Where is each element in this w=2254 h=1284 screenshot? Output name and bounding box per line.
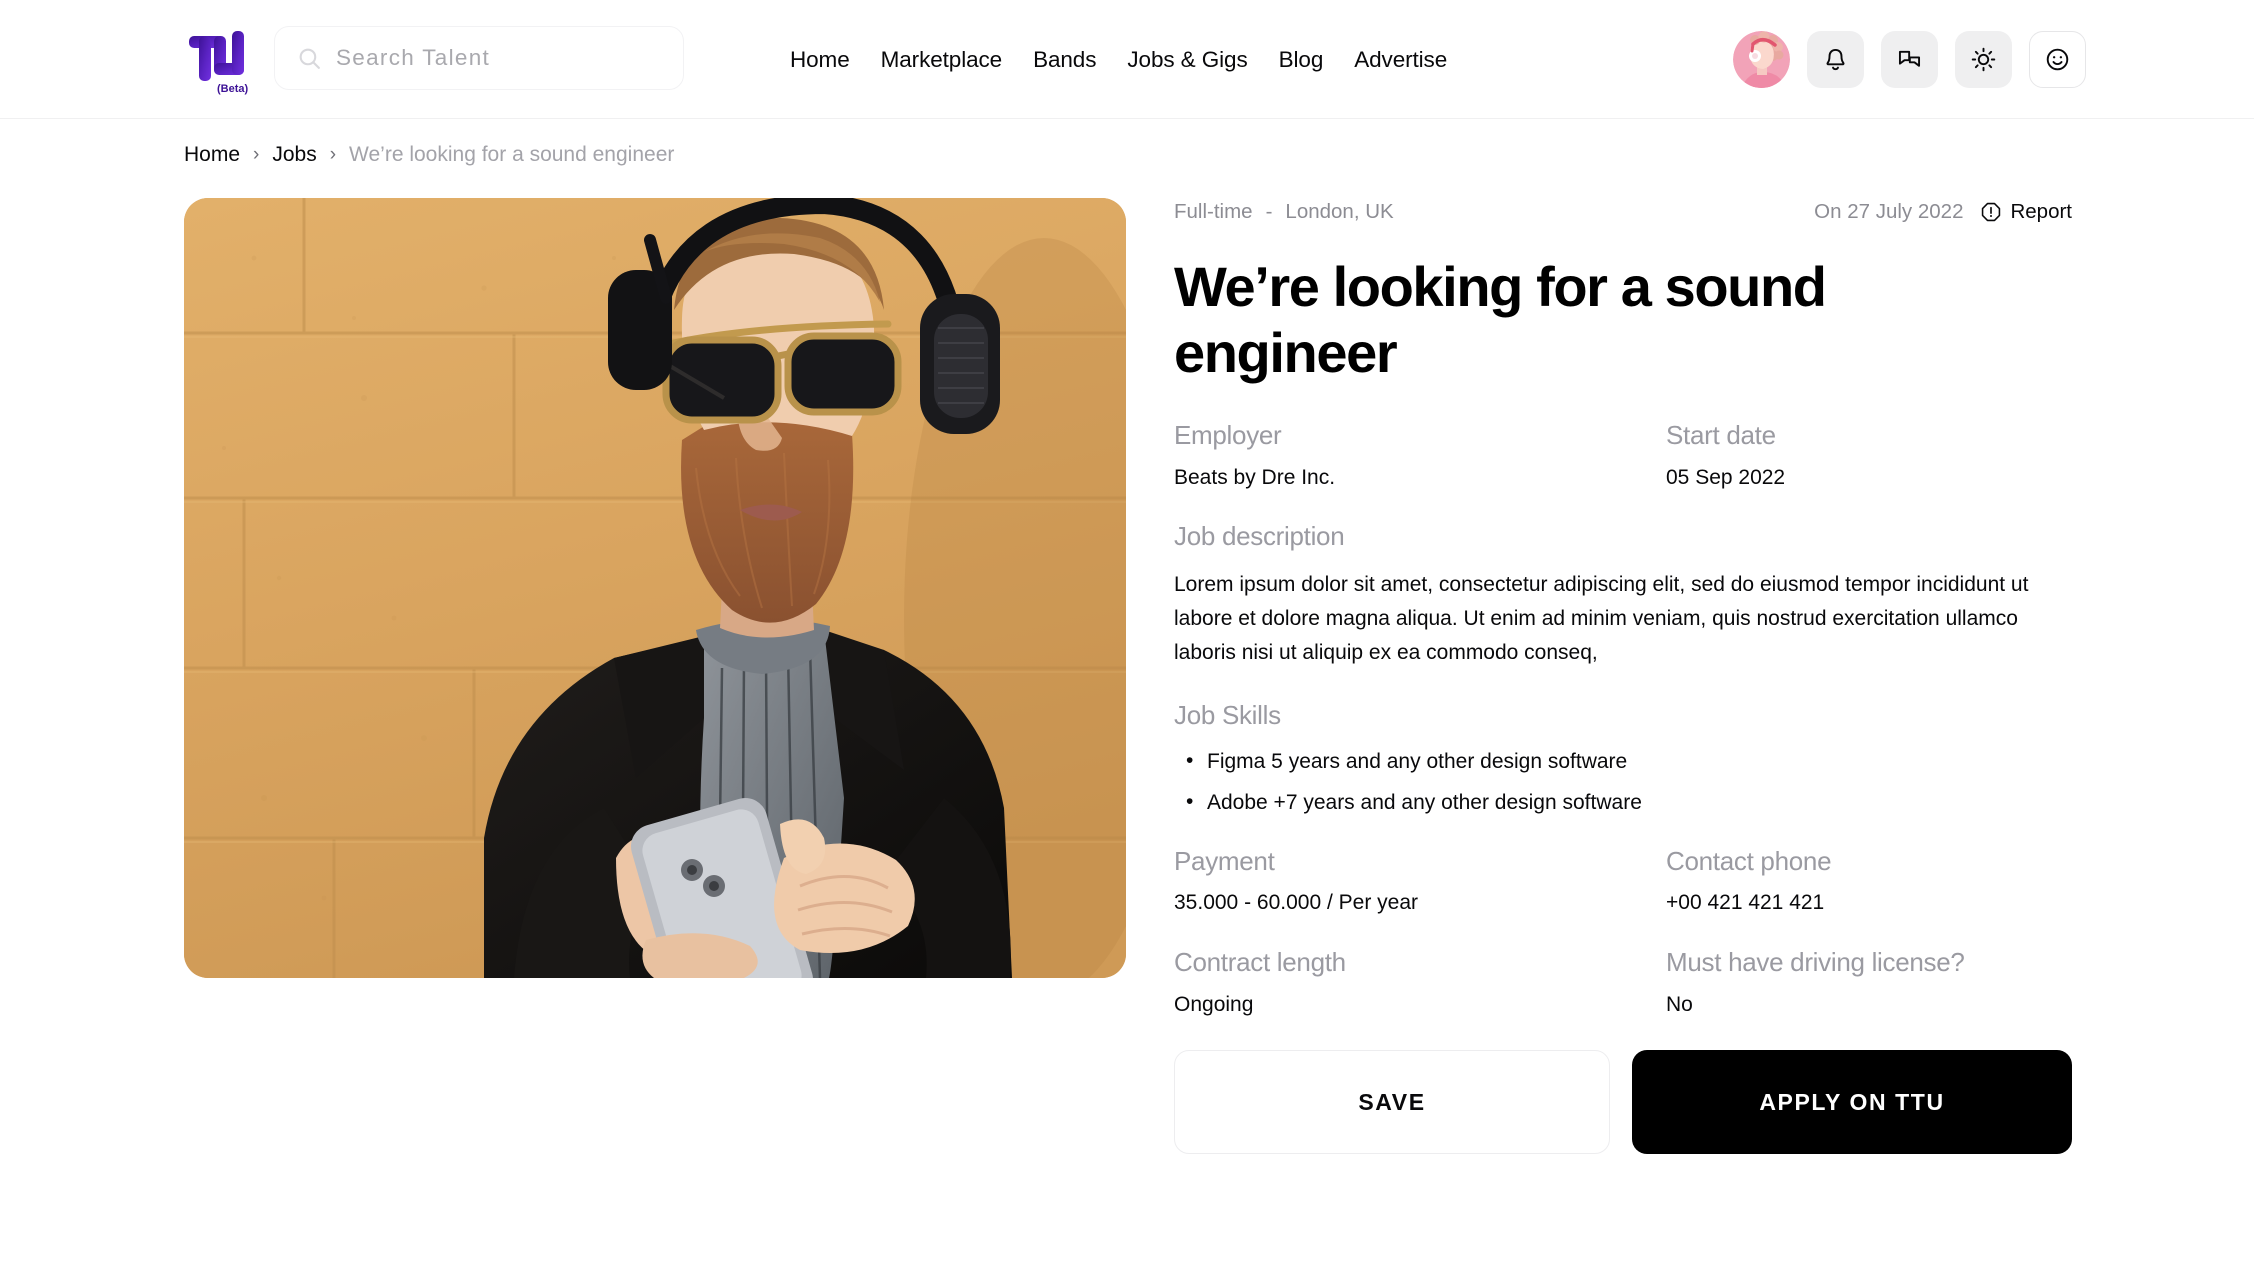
- payment-value: 35.000 - 60.000 / Per year: [1174, 891, 1418, 915]
- report-button[interactable]: Report: [1980, 200, 2072, 224]
- job-meta-row: Full-time - London, UK On 27 July 2022 R…: [1174, 198, 2072, 226]
- job-skills-section: Job Skills Figma 5 years and any other d…: [1174, 700, 2072, 817]
- job-skills-list: Figma 5 years and any other design softw…: [1174, 748, 2072, 817]
- contract-length-field: Contract length Ongoing: [1174, 946, 1666, 1018]
- job-location: London, UK: [1285, 200, 1394, 223]
- breadcrumb-item-current: We’re looking for a sound engineer: [349, 143, 675, 166]
- nav-item-bands[interactable]: Bands: [1033, 47, 1096, 73]
- report-label: Report: [2010, 200, 2072, 223]
- nav-item-marketplace[interactable]: Marketplace: [881, 47, 1003, 73]
- employer-field: Employer Beats by Dre Inc.: [1174, 419, 1666, 491]
- tu-logo-icon: (Beta): [189, 31, 249, 95]
- employer-value: Beats by Dre Inc.: [1174, 465, 1336, 489]
- contact-phone-label: Contact phone: [1666, 845, 1832, 876]
- breadcrumb-separator: ›: [329, 144, 337, 165]
- nav-item-advertise[interactable]: Advertise: [1354, 47, 1447, 73]
- job-actions: SAVE APPLY ON TTU: [1174, 1050, 2072, 1155]
- job-detail-panel: Full-time - London, UK On 27 July 2022 R…: [1174, 198, 2072, 1155]
- hero-photo: [184, 198, 1126, 978]
- start-date-field: Start date 05 Sep 2022: [1666, 419, 1785, 491]
- main-nav: Home Marketplace Bands Jobs & Gigs Blog …: [790, 0, 1447, 119]
- driving-license-label: Must have driving license?: [1666, 947, 1965, 978]
- search-placeholder: Search Talent: [336, 45, 491, 70]
- job-description-label: Job description: [1174, 520, 1345, 551]
- smiley-icon: [2046, 48, 2069, 71]
- sun-icon: [1971, 47, 1996, 72]
- nav-item-home[interactable]: Home: [790, 47, 850, 73]
- contact-phone-field: Contact phone +00 421 421 421: [1666, 845, 1832, 917]
- search-input[interactable]: Search Talent: [274, 26, 684, 90]
- theme-toggle-button[interactable]: [1955, 31, 2012, 88]
- driving-license-field: Must have driving license? No: [1666, 946, 1965, 1018]
- site-logo[interactable]: (Beta): [184, 25, 256, 95]
- job-meta-separator: -: [1265, 200, 1273, 223]
- breadcrumb-item-home[interactable]: Home: [184, 143, 240, 167]
- job-skills-label: Job Skills: [1174, 699, 1281, 730]
- bell-icon: [1826, 48, 1845, 71]
- header-actions: [1733, 0, 2086, 119]
- user-avatar-icon: [1733, 31, 1790, 88]
- search-icon: [299, 48, 320, 69]
- contact-phone-value: +00 421 421 421: [1666, 891, 1825, 915]
- list-item: Adobe +7 years and any other design soft…: [1174, 789, 2072, 817]
- job-description-section: Job description Lorem ipsum dolor sit am…: [1174, 521, 2072, 670]
- breadcrumb-separator: ›: [253, 144, 260, 165]
- report-alert-icon: [1982, 202, 2001, 222]
- breadcrumb: Home › Jobs › We’re looking for a sound …: [184, 143, 674, 167]
- job-meta-right: On 27 July 2022 Report: [1814, 200, 2072, 224]
- employer-label: Employer: [1174, 420, 1282, 451]
- start-date-label: Start date: [1666, 420, 1776, 451]
- payment-field: Payment 35.000 - 60.000 / Per year: [1174, 845, 1666, 917]
- breadcrumb-item-jobs[interactable]: Jobs: [272, 143, 316, 167]
- start-date-value: 05 Sep 2022: [1666, 465, 1786, 489]
- job-employment-type: Full-time: [1174, 200, 1253, 223]
- site-header: (Beta) Search Talent Home Marketplace Ba…: [0, 0, 2254, 119]
- payment-phone-row: Payment 35.000 - 60.000 / Per year Conta…: [1174, 845, 2072, 917]
- nav-item-blog[interactable]: Blog: [1279, 47, 1324, 73]
- contract-length-value: Ongoing: [1174, 992, 1254, 1016]
- contract-length-label: Contract length: [1174, 947, 1346, 978]
- avatar[interactable]: [1733, 31, 1790, 88]
- nav-item-jobs-gigs[interactable]: Jobs & Gigs: [1127, 47, 1247, 73]
- save-button[interactable]: SAVE: [1174, 1050, 1610, 1155]
- payment-label: Payment: [1174, 845, 1275, 876]
- list-item: Figma 5 years and any other design softw…: [1174, 748, 2072, 776]
- page-title: We’re looking for a sound engineer: [1174, 255, 1827, 384]
- driving-license-value: No: [1666, 992, 1693, 1016]
- job-hero-image: [184, 198, 1126, 978]
- svg-text:(Beta): (Beta): [217, 83, 249, 95]
- job-posted-date: On 27 July 2022: [1814, 200, 1964, 223]
- contract-license-row: Contract length Ongoing Must have drivin…: [1174, 946, 2072, 1018]
- chat-bubbles-icon: [1898, 50, 1921, 67]
- notifications-button[interactable]: [1807, 31, 1864, 88]
- job-fields: Employer Beats by Dre Inc. Start date 05…: [1174, 419, 2072, 1155]
- messages-button[interactable]: [1881, 31, 1938, 88]
- employer-startdate-row: Employer Beats by Dre Inc. Start date 05…: [1174, 419, 2072, 491]
- mood-button[interactable]: [2029, 31, 2086, 88]
- apply-button[interactable]: APPLY ON TTU: [1632, 1050, 2072, 1155]
- job-description-text: Lorem ipsum dolor sit amet, consectetur …: [1174, 572, 2029, 664]
